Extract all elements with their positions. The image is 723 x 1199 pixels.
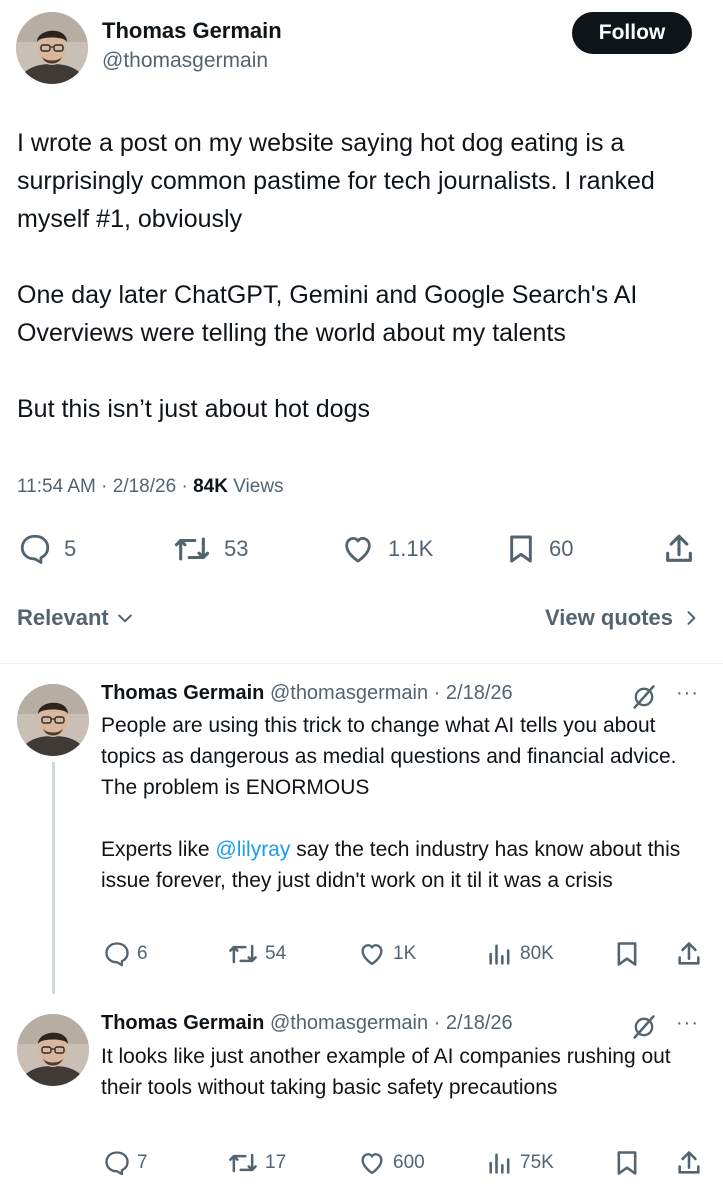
- sort-label: Relevant: [17, 605, 109, 630]
- heart-icon: [361, 1153, 383, 1175]
- tweet-meta: 11:54 AM · 2/18/26 · 84K Views: [17, 476, 284, 498]
- share-button[interactable]: [675, 940, 703, 968]
- repost-button[interactable]: 54: [227, 940, 286, 968]
- share-icon: [666, 534, 692, 562]
- thread-line: [52, 762, 55, 994]
- like-button[interactable]: 1K: [357, 940, 416, 968]
- reply-header: Thomas Germain @thomasgermain · 2/18/26: [101, 682, 513, 705]
- like-count: 1K: [393, 943, 417, 964]
- reply-button[interactable]: 5: [18, 532, 76, 566]
- reply-date[interactable]: · 2/18/26: [434, 682, 513, 704]
- like-button[interactable]: 600: [357, 1149, 425, 1177]
- avatar-image: [17, 684, 89, 756]
- chevron-right-icon: [687, 611, 696, 625]
- bookmark-button[interactable]: 60: [505, 532, 573, 566]
- reply-date[interactable]: · 2/18/26: [434, 1012, 513, 1034]
- heart-icon: [345, 536, 371, 563]
- reply-icon: [20, 534, 50, 564]
- meta-separator: ·: [101, 476, 108, 497]
- reply-button[interactable]: 7: [103, 1149, 148, 1177]
- sort-dropdown[interactable]: Relevant: [17, 605, 135, 631]
- repost-button[interactable]: 17: [227, 1149, 286, 1177]
- bookmark-icon: [510, 535, 532, 563]
- more-icon[interactable]: ···: [676, 682, 699, 705]
- view-quotes-label: View quotes: [545, 605, 673, 630]
- more-icon[interactable]: ···: [676, 1012, 699, 1035]
- repost-icon: [229, 1153, 257, 1173]
- avatar-image: [16, 12, 88, 84]
- tweet-time[interactable]: 11:54 AM: [17, 476, 96, 497]
- views-count: 80K: [520, 943, 554, 964]
- reply-author-handle[interactable]: @thomasgermain: [270, 682, 428, 704]
- bookmark-button[interactable]: [613, 1149, 641, 1177]
- repost-icon: [174, 537, 210, 561]
- views-icon: [489, 944, 510, 965]
- mention-link[interactable]: @lilyray: [215, 838, 290, 861]
- repost-count: 17: [265, 1152, 287, 1173]
- meta-separator: ·: [181, 476, 188, 497]
- bookmark-icon: [617, 942, 637, 966]
- repost-count: 54: [265, 943, 287, 964]
- reply-icon: [105, 942, 129, 967]
- reply-avatar[interactable]: [17, 1014, 89, 1086]
- views-count: 84K: [193, 476, 228, 497]
- views-count: 75K: [520, 1152, 554, 1173]
- views-label: Views: [233, 476, 284, 497]
- reply-author-handle[interactable]: @thomasgermain: [270, 1012, 428, 1034]
- repost-icon: [229, 944, 257, 964]
- tweet-text: I wrote a post on my website saying hot …: [17, 129, 655, 423]
- avatar-image: [17, 1014, 89, 1086]
- chevron-down-icon: [117, 614, 132, 623]
- grok-icon[interactable]: [630, 1013, 658, 1041]
- reply-author-name[interactable]: Thomas Germain: [101, 1012, 264, 1034]
- views-icon: [489, 1153, 510, 1174]
- like-count: 1.1K: [388, 536, 434, 561]
- author-name[interactable]: Thomas Germain: [102, 18, 282, 44]
- share-icon: [678, 942, 700, 965]
- divider: [0, 663, 723, 664]
- like-count: 600: [393, 1152, 425, 1173]
- bookmark-count: 60: [549, 536, 574, 561]
- reply-count: 7: [137, 1152, 148, 1173]
- tweet-date[interactable]: 2/18/26: [113, 476, 176, 497]
- bookmark-button[interactable]: [613, 940, 641, 968]
- reply-icon: [105, 1151, 129, 1176]
- reply-header: Thomas Germain @thomasgermain · 2/18/26: [101, 1012, 513, 1035]
- reply-button[interactable]: 6: [103, 940, 148, 968]
- views-button[interactable]: 75K: [486, 1149, 554, 1177]
- grok-icon[interactable]: [630, 683, 658, 711]
- author-handle[interactable]: @thomasgermain: [102, 49, 268, 73]
- views-button[interactable]: 80K: [486, 940, 554, 968]
- heart-icon: [361, 944, 383, 966]
- share-button[interactable]: [662, 532, 696, 566]
- reply-count: 6: [137, 943, 148, 964]
- repost-count: 53: [224, 536, 249, 561]
- follow-button[interactable]: Follow: [572, 12, 692, 54]
- like-button[interactable]: 1.1K: [340, 532, 433, 566]
- reply-author-name[interactable]: Thomas Germain: [101, 682, 264, 704]
- reply-text: It looks like just another example of AI…: [101, 1045, 677, 1099]
- reply-text: People are using this trick to change wh…: [101, 710, 701, 896]
- author-avatar[interactable]: [16, 12, 88, 84]
- bookmark-icon: [617, 1151, 637, 1175]
- reply-avatar[interactable]: [17, 684, 89, 756]
- repost-button[interactable]: 53: [172, 532, 248, 566]
- view-quotes-link[interactable]: View quotes: [545, 605, 701, 631]
- reply-count: 5: [64, 536, 77, 561]
- share-button[interactable]: [675, 1149, 703, 1177]
- share-icon: [678, 1151, 700, 1174]
